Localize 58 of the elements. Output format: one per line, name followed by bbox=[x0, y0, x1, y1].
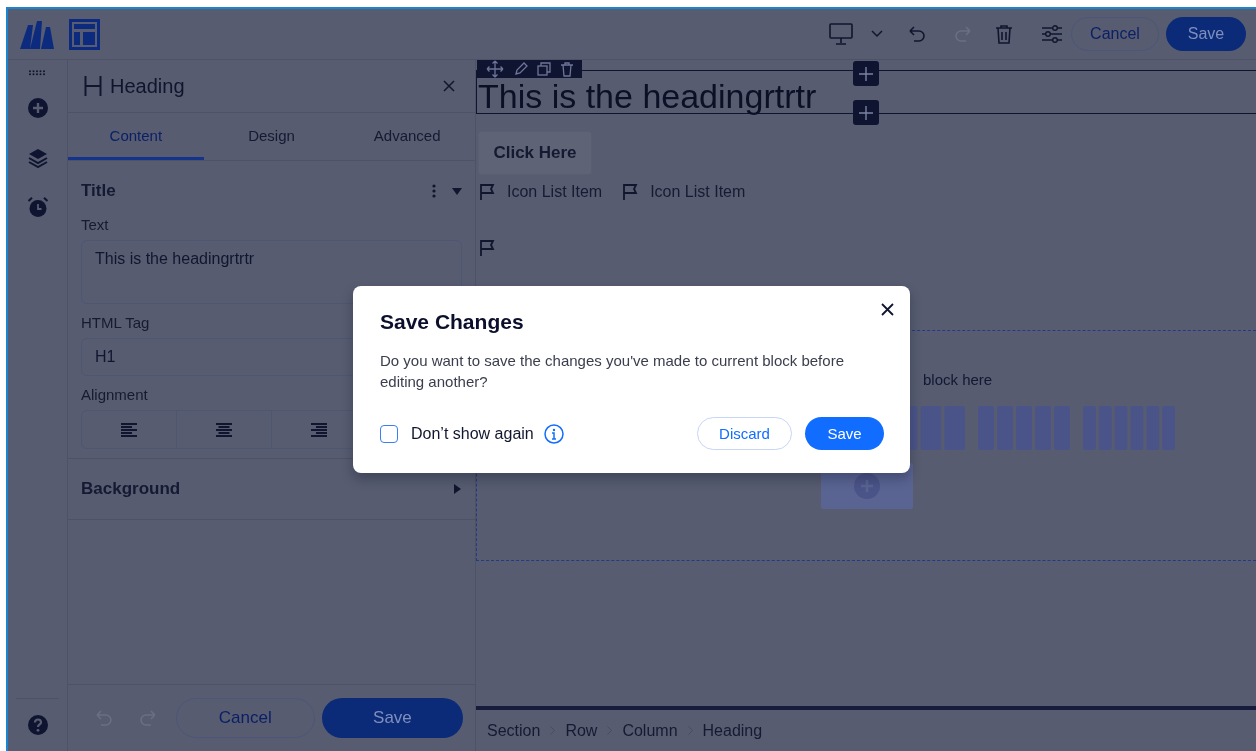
expand-icon[interactable] bbox=[452, 484, 462, 494]
field-label: HTML Tag bbox=[81, 314, 150, 331]
settings-icon[interactable] bbox=[1041, 25, 1063, 43]
drop-zone-text: block here bbox=[923, 371, 993, 388]
alarm-clock-icon[interactable] bbox=[26, 196, 49, 218]
align-right-icon[interactable] bbox=[311, 422, 327, 437]
pencil-icon[interactable] bbox=[513, 62, 528, 76]
flag-icon bbox=[479, 239, 495, 257]
layout-icon[interactable] bbox=[69, 18, 100, 50]
breadcrumb-item[interactable]: Column bbox=[622, 721, 678, 740]
flag-icon bbox=[479, 183, 495, 201]
breadcrumb-item[interactable]: Row bbox=[565, 721, 598, 740]
tab[interactable]: Content bbox=[68, 113, 204, 160]
save-button[interactable]: Save bbox=[1166, 17, 1246, 51]
desktop-icon[interactable] bbox=[829, 23, 853, 45]
tab[interactable]: Advanced bbox=[339, 113, 475, 160]
add-icon bbox=[853, 473, 880, 499]
align-left-icon[interactable] bbox=[121, 422, 137, 437]
checkbox-label[interactable]: Don’t show again bbox=[411, 424, 534, 443]
more-options-icon[interactable] bbox=[432, 184, 436, 198]
plus-icon bbox=[859, 66, 873, 81]
flag-icon bbox=[622, 183, 639, 201]
layout-thumbnail-icon[interactable] bbox=[1083, 406, 1175, 450]
field-label: Alignment bbox=[81, 386, 148, 403]
breadcrumb-item[interactable]: Heading bbox=[702, 721, 763, 740]
dialog-title: Save Changes bbox=[380, 310, 525, 334]
panel-title: Heading bbox=[110, 74, 186, 98]
section-title: Background bbox=[81, 479, 182, 499]
click-here-button[interactable]: Click Here bbox=[478, 131, 592, 175]
add-button[interactable] bbox=[853, 61, 879, 86]
collapse-icon[interactable] bbox=[452, 186, 462, 196]
add-icon[interactable] bbox=[27, 98, 48, 118]
move-icon[interactable] bbox=[485, 60, 504, 78]
layout-thumbnail-icon[interactable] bbox=[978, 406, 1070, 450]
layers-icon[interactable] bbox=[27, 148, 48, 168]
checkbox[interactable] bbox=[380, 424, 398, 443]
trash-icon[interactable] bbox=[995, 24, 1013, 44]
list-item-text: Icon List Item bbox=[650, 183, 746, 201]
section-title: Title bbox=[81, 181, 117, 201]
tab[interactable]: Design bbox=[203, 113, 340, 160]
help-icon[interactable] bbox=[27, 715, 48, 735]
drag-handle-icon[interactable] bbox=[29, 70, 46, 76]
plus-icon bbox=[859, 105, 873, 120]
info-icon[interactable] bbox=[543, 423, 564, 444]
chevron-down-icon[interactable] bbox=[871, 30, 883, 38]
save-button[interactable]: Save bbox=[321, 698, 463, 738]
discard-button[interactable]: Discard bbox=[697, 417, 792, 450]
save-button[interactable]: Save bbox=[805, 417, 884, 450]
breadcrumb-item[interactable]: Section bbox=[487, 721, 541, 740]
list-item-text: Icon List Item bbox=[507, 183, 603, 201]
align-center-icon[interactable] bbox=[216, 422, 232, 437]
heading-icon bbox=[84, 75, 102, 97]
logo-icon[interactable] bbox=[20, 19, 54, 49]
add-button[interactable] bbox=[853, 100, 879, 125]
close-icon[interactable] bbox=[881, 303, 894, 316]
trash-icon[interactable] bbox=[561, 61, 574, 77]
field-label: Text bbox=[81, 216, 109, 233]
duplicate-icon[interactable] bbox=[537, 62, 552, 76]
